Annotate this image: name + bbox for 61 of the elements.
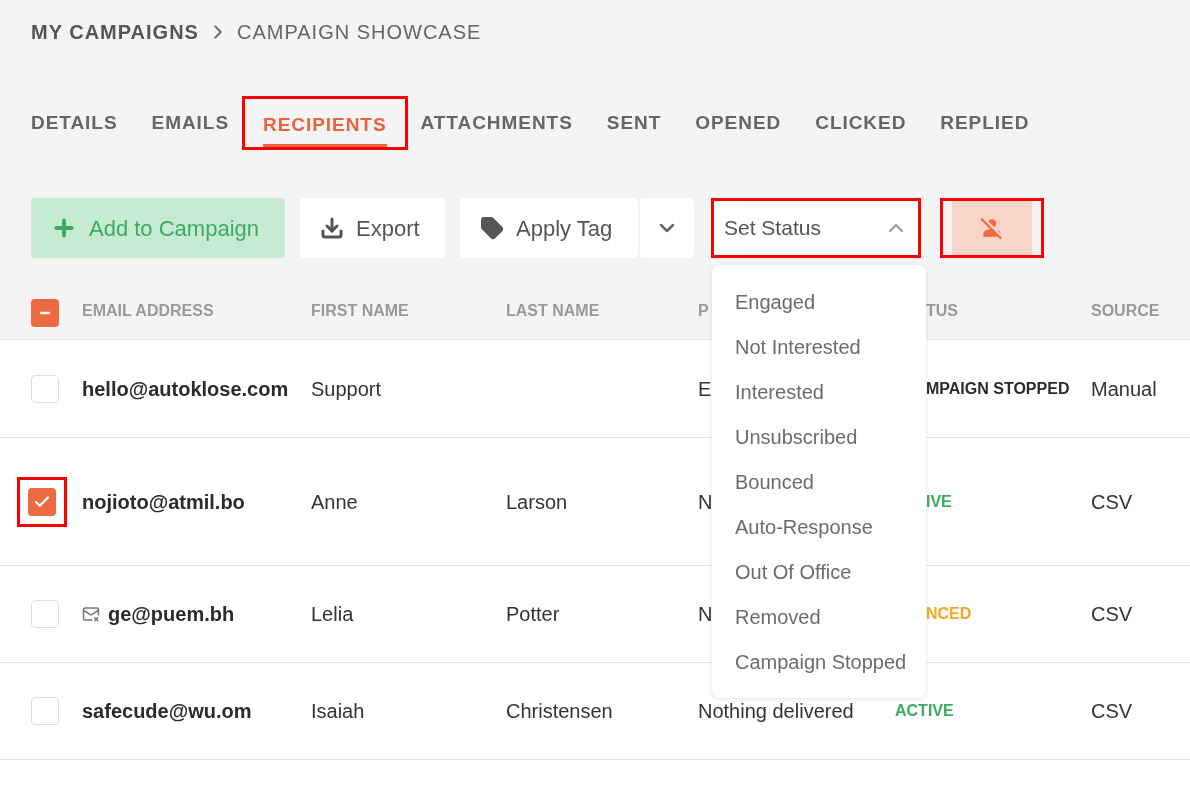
last-name: Christensen (506, 700, 613, 722)
table-cell: Nothing delivered (698, 700, 854, 722)
source: CSV (1091, 700, 1133, 722)
source: CSV (1091, 603, 1133, 625)
last-name: Potter (506, 603, 560, 625)
status-label: ACTIVE (895, 702, 954, 719)
menu-item[interactable]: Interested (712, 369, 926, 414)
email-address: safecude@wu.om (82, 699, 252, 724)
tab[interactable]: CLICKED (815, 96, 907, 150)
first-name: Anne (311, 490, 358, 513)
email-address: nojioto@atmil.bo (82, 489, 245, 515)
menu-item[interactable]: Not Interested (712, 324, 926, 369)
menu-item[interactable]: Bounced (712, 459, 926, 504)
column-header: EMAIL ADDRESS (82, 302, 214, 319)
set-status-select[interactable]: Set Status (714, 201, 918, 255)
checkbox[interactable] (28, 487, 56, 516)
first-name: Lelia (311, 603, 354, 625)
breadcrumb-current: CAMPAIGN SHOWCASE (236, 20, 482, 45)
download-icon (320, 216, 344, 240)
first-name: Support (311, 377, 382, 400)
column-header: LAST NAME (506, 302, 600, 319)
source: CSV (1091, 490, 1133, 513)
menu-item[interactable]: Engaged (712, 279, 926, 324)
tab[interactable]: OPENED (695, 96, 782, 150)
column-header: FIRST NAME (311, 302, 409, 319)
tab[interactable]: ATTACHMENTS (420, 96, 573, 150)
checkbox[interactable] (31, 374, 59, 403)
tab[interactable]: RECIPIENTS (263, 111, 387, 148)
column-header: TUS (926, 302, 958, 319)
person-off-icon (979, 215, 1005, 241)
status-label: MPAIGN STOPPED (926, 379, 1070, 397)
checkbox[interactable] (31, 697, 59, 725)
menu-item[interactable]: Out Of Office (712, 549, 926, 594)
export-button[interactable]: Export (300, 198, 445, 258)
unassign-button[interactable] (952, 201, 1032, 255)
tab[interactable]: SENT (606, 96, 662, 150)
first-name: Isaiah (311, 700, 365, 722)
tab[interactable]: DETAILS (31, 96, 118, 150)
menu-item[interactable]: Auto-Response (712, 504, 926, 549)
menu-item[interactable]: Unsubscribed (712, 414, 926, 459)
apply-tag-button[interactable]: Apply Tag (460, 198, 638, 258)
checkbox[interactable] (31, 299, 59, 327)
column-header: P (698, 302, 709, 319)
email-address: hello@autoklose.com (82, 376, 289, 402)
tab[interactable]: EMAILS (151, 96, 229, 150)
breadcrumb-link[interactable]: MY CAMPAIGNS (31, 17, 199, 47)
email-address: ge@puem.bh (108, 602, 235, 627)
column-header: SOURCE (1091, 302, 1160, 319)
checkbox[interactable] (31, 600, 59, 628)
dropdown-button[interactable] (640, 198, 694, 258)
table-cell: N (698, 603, 713, 625)
table-cell: N (698, 490, 713, 513)
tag-icon (480, 216, 504, 240)
status-label: NCED (926, 605, 972, 622)
last-name: Larson (506, 490, 568, 513)
table-cell: E (698, 377, 712, 400)
menu-item[interactable]: Removed (712, 594, 926, 639)
source: Manual (1091, 377, 1157, 400)
status-label: IVE (926, 492, 952, 510)
tab[interactable]: REPLIED (940, 96, 1030, 150)
menu-item[interactable]: Campaign Stopped (712, 639, 926, 684)
